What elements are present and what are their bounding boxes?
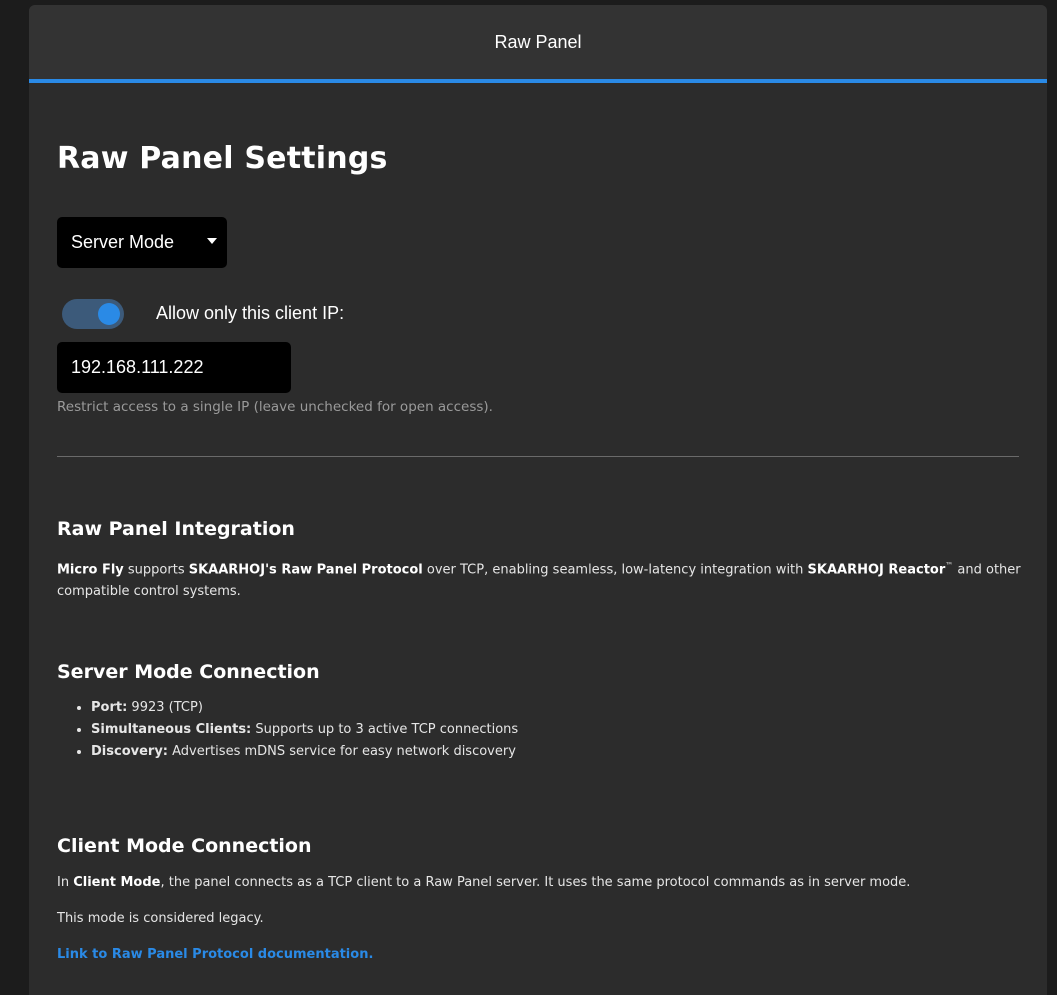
page-title: Raw Panel Settings (57, 141, 388, 176)
list-item: Port: 9923 (TCP) (91, 697, 1022, 719)
list-item-value: Advertises mDNS service for easy network… (168, 744, 516, 759)
text-span: In (57, 875, 74, 890)
panel-header: Raw Panel (29, 5, 1047, 83)
raw-panel-card: Raw Panel Raw Panel Settings Server Mode… (29, 5, 1047, 995)
text-span: supports (123, 562, 189, 578)
caret-down-icon (207, 238, 217, 244)
client-ip-input[interactable] (57, 342, 291, 393)
reactor-name: SKAARHOJ Reactor (807, 562, 946, 578)
protocol-name: SKAARHOJ's Raw Panel Protocol (188, 562, 423, 578)
server-mode-heading: Server Mode Connection (57, 661, 320, 683)
protocol-docs-link[interactable]: Link to Raw Panel Protocol documentation… (57, 947, 373, 962)
divider (57, 456, 1019, 457)
allow-ip-toggle[interactable] (62, 299, 124, 329)
list-item-value: 9923 (TCP) (127, 700, 203, 715)
client-mode-heading: Client Mode Connection (57, 835, 312, 857)
integration-text: Micro Fly supports SKAARHOJ's Raw Panel … (57, 555, 1022, 603)
mode-select[interactable]: Server Mode (57, 217, 227, 268)
list-item-key: Port: (91, 700, 128, 715)
client-mode-section: Client Mode Connection In Client Mode, t… (57, 835, 1022, 966)
help-text: Restrict access to a single IP (leave un… (57, 399, 493, 415)
integration-section: Raw Panel Integration Micro Fly supports… (57, 518, 1022, 603)
text-span: , the panel connects as a TCP client to … (160, 875, 911, 890)
list-item-value: Supports up to 3 active TCP connections (251, 722, 519, 737)
list-item: Discovery: Advertises mDNS service for e… (91, 741, 1022, 763)
list-item-key: Discovery: (91, 744, 168, 759)
toggle-knob (98, 303, 120, 325)
server-mode-list: Port: 9923 (TCP) Simultaneous Clients: S… (57, 697, 1022, 763)
client-mode-text: In Client Mode, the panel connects as a … (57, 872, 1022, 894)
integration-heading: Raw Panel Integration (57, 518, 295, 540)
panel-header-title: Raw Panel (494, 31, 582, 52)
client-mode-term: Client Mode (73, 875, 161, 890)
server-mode-section: Server Mode Connection Port: 9923 (TCP) … (57, 661, 1022, 763)
list-item: Simultaneous Clients: Supports up to 3 a… (91, 719, 1022, 741)
product-name: Micro Fly (57, 562, 124, 578)
mode-select-value: Server Mode (71, 232, 175, 252)
text-span: over TCP, enabling seamless, low-latency… (422, 562, 808, 578)
doc-link-row: Link to Raw Panel Protocol documentation… (57, 944, 1022, 966)
list-item-key: Simultaneous Clients: (91, 722, 252, 737)
allow-ip-label: Allow only this client IP: (156, 303, 345, 323)
legacy-note: This mode is considered legacy. (57, 911, 264, 926)
